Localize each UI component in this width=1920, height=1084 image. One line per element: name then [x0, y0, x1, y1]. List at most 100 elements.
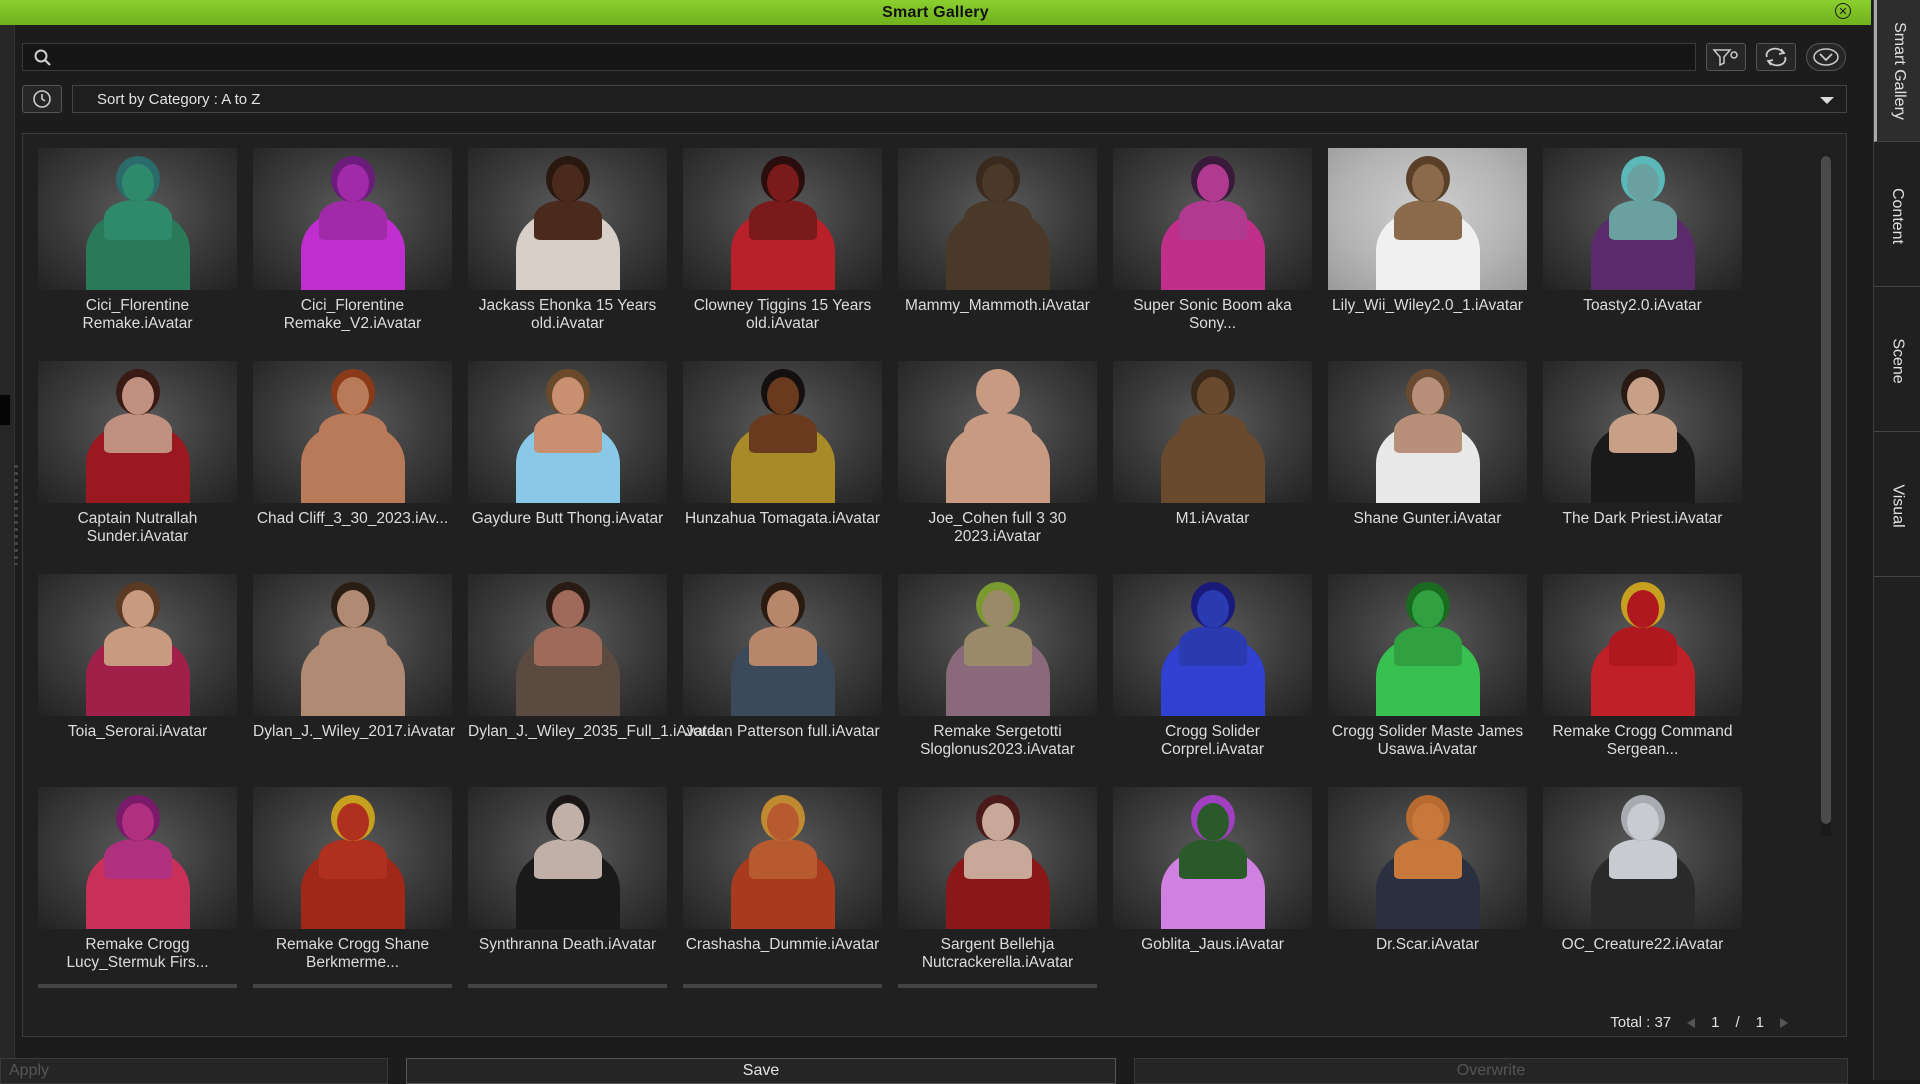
tab-visual[interactable]: Visual: [1874, 435, 1920, 577]
avatar-head-shape: [122, 803, 154, 841]
history-button[interactable]: [22, 85, 62, 113]
gallery-item[interactable]: Crogg Solider Corprel.iAvatar: [1113, 574, 1312, 778]
gallery-item-caption: Jackass Ehonka 15 Years old.iAvatar: [478, 297, 657, 332]
gallery-item[interactable]: Joe_Cohen full 3 30 2023.iAvatar: [898, 361, 1097, 565]
gallery-item[interactable]: Hunzahua Tomagata.iAvatar: [683, 361, 882, 565]
gallery-item[interactable]: Cici_Florentine Remake.iAvatar: [38, 148, 237, 352]
gallery-item[interactable]: Cici_Florentine Remake_V2.iAvatar: [253, 148, 452, 352]
gallery-item-caption: Synthranna Death.iAvatar: [478, 936, 657, 953]
avatar-torso-shape: [319, 839, 387, 879]
tab-content[interactable]: Content: [1874, 145, 1920, 287]
gallery-item[interactable]: OC_Creature22.iAvatar: [1543, 787, 1742, 991]
overwrite-button[interactable]: Overwrite: [1134, 1058, 1848, 1084]
title-bar: Smart Gallery ✕: [0, 0, 1871, 25]
avatar-torso-shape: [1394, 839, 1462, 879]
page-current: 1: [1711, 1014, 1720, 1031]
gallery-item-caption: Shane Gunter.iAvatar: [1353, 510, 1502, 527]
apply-button[interactable]: Apply: [0, 1058, 388, 1084]
avatar-thumbnail: [38, 148, 237, 290]
gallery-item[interactable]: Remake Sergetotti Sloglonus2023.iAvatar: [898, 574, 1097, 778]
clock-icon: [33, 90, 51, 108]
avatar-torso-shape: [534, 626, 602, 666]
avatar-head-shape: [982, 377, 1014, 415]
avatar-head-shape: [1412, 803, 1444, 841]
avatar-thumbnail: [683, 361, 882, 503]
avatar-head-shape: [122, 590, 154, 628]
gallery-item[interactable]: Chad Cliff_3_30_2023.iAv...: [253, 361, 452, 565]
left-edge-marker: [0, 395, 10, 425]
gallery-item-caption: Crogg Solider Corprel.iAvatar: [1160, 723, 1265, 758]
avatar-head-shape: [1412, 590, 1444, 628]
avatar-thumbnail: [1113, 574, 1312, 716]
gallery-item[interactable]: M1.iAvatar: [1113, 361, 1312, 565]
gallery-item[interactable]: Goblita_Jaus.iAvatar: [1113, 787, 1312, 991]
gallery-item[interactable]: Super Sonic Boom aka Sony...: [1113, 148, 1312, 352]
collapse-button[interactable]: [1806, 43, 1846, 71]
avatar-thumbnail: [683, 787, 882, 929]
avatar-torso-shape: [1179, 413, 1247, 453]
scrollbar-thumb[interactable]: [1821, 156, 1831, 824]
filter-button[interactable]: [1706, 43, 1746, 71]
avatar-thumbnail: [253, 787, 452, 929]
avatar-thumbnail: [38, 787, 237, 929]
avatar-head-shape: [1627, 377, 1659, 415]
gallery-item[interactable]: Gaydure Butt Thong.iAvatar: [468, 361, 667, 565]
gallery-item[interactable]: Dylan_J._Wiley_2035_Full_1.iAvatar: [468, 574, 721, 778]
gallery-item[interactable]: Crogg Solider Maste James Usawa.iAvatar: [1328, 574, 1527, 778]
avatar-thumbnail: [1328, 361, 1527, 503]
sort-dropdown[interactable]: Sort by Category : A to Z: [72, 85, 1847, 113]
avatar-head-shape: [1197, 590, 1229, 628]
avatar-head-shape: [552, 164, 584, 202]
gallery-item-caption: OC_Creature22.iAvatar: [1561, 936, 1724, 953]
gallery-item[interactable]: Remake Crogg Shane Berkmerme...: [253, 787, 452, 991]
gallery-item-caption: Remake Crogg Shane Berkmerme...: [275, 936, 430, 971]
avatar-thumbnail: [1543, 361, 1742, 503]
avatar-head-shape: [767, 803, 799, 841]
partial-thumb: [468, 984, 667, 988]
gallery-item[interactable]: Jordan Patterson full.iAvatar: [683, 574, 882, 778]
gallery-item[interactable]: Mammy_Mammoth.iAvatar: [898, 148, 1097, 352]
gallery-item[interactable]: Dr.Scar.iAvatar: [1328, 787, 1527, 991]
gallery-item[interactable]: Dylan_J._Wiley_2017.iAvatar: [253, 574, 455, 778]
gallery-item[interactable]: Lily_Wii_Wiley2.0_1.iAvatar: [1328, 148, 1527, 352]
gallery-item-caption: Dr.Scar.iAvatar: [1375, 936, 1480, 953]
tab-smart-gallery[interactable]: Smart Gallery: [1874, 0, 1920, 142]
avatar-torso-shape: [1394, 200, 1462, 240]
gallery-item[interactable]: Synthranna Death.iAvatar: [468, 787, 667, 991]
avatar-head-shape: [767, 377, 799, 415]
avatar-thumbnail: [1543, 787, 1742, 929]
next-page-icon[interactable]: [1780, 1017, 1788, 1028]
avatar-torso-shape: [1609, 413, 1677, 453]
avatar-torso-shape: [319, 626, 387, 666]
gallery-item[interactable]: Clowney Tiggins 15 Years old.iAvatar: [683, 148, 882, 352]
prev-page-icon[interactable]: [1687, 1017, 1696, 1028]
avatar-head-shape: [1197, 803, 1229, 841]
gallery-item[interactable]: Toia_Serorai.iAvatar: [38, 574, 237, 778]
gallery-item[interactable]: Remake Crogg Command Sergean...: [1543, 574, 1742, 778]
avatar-head-shape: [337, 164, 369, 202]
close-icon[interactable]: ✕: [1835, 3, 1851, 19]
avatar-torso-shape: [1609, 839, 1677, 879]
gallery-item[interactable]: The Dark Priest.iAvatar: [1543, 361, 1742, 565]
avatar-thumbnail: [898, 787, 1097, 929]
gallery-item[interactable]: Captain Nutrallah Sunder.iAvatar: [38, 361, 237, 565]
gallery-item[interactable]: Sargent Bellehja Nutcrackerella.iAvatar: [898, 787, 1097, 991]
gallery-item[interactable]: Shane Gunter.iAvatar: [1328, 361, 1527, 565]
avatar-torso-shape: [104, 839, 172, 879]
gallery-item-caption: Cici_Florentine Remake.iAvatar: [82, 297, 193, 332]
tab-scene[interactable]: Scene: [1874, 290, 1920, 432]
save-button[interactable]: Save: [406, 1058, 1116, 1084]
gallery-item[interactable]: Toasty2.0.iAvatar: [1543, 148, 1742, 352]
resize-handle[interactable]: [14, 465, 18, 565]
avatar-thumbnail: [1543, 574, 1742, 716]
gallery-item[interactable]: Crashasha_Dummie.iAvatar: [683, 787, 882, 991]
sort-label: Sort by Category : A to Z: [97, 91, 261, 108]
search-input[interactable]: [59, 46, 1683, 70]
avatar-thumbnail: [1543, 148, 1742, 290]
gallery-item[interactable]: Jackass Ehonka 15 Years old.iAvatar: [468, 148, 667, 352]
avatar-thumbnail: [468, 148, 667, 290]
gallery-item[interactable]: Remake Crogg Lucy_Stermuk Firs...: [38, 787, 237, 991]
refresh-button[interactable]: [1756, 43, 1796, 71]
gallery-item-caption: The Dark Priest.iAvatar: [1562, 510, 1723, 527]
avatar-torso-shape: [749, 626, 817, 666]
